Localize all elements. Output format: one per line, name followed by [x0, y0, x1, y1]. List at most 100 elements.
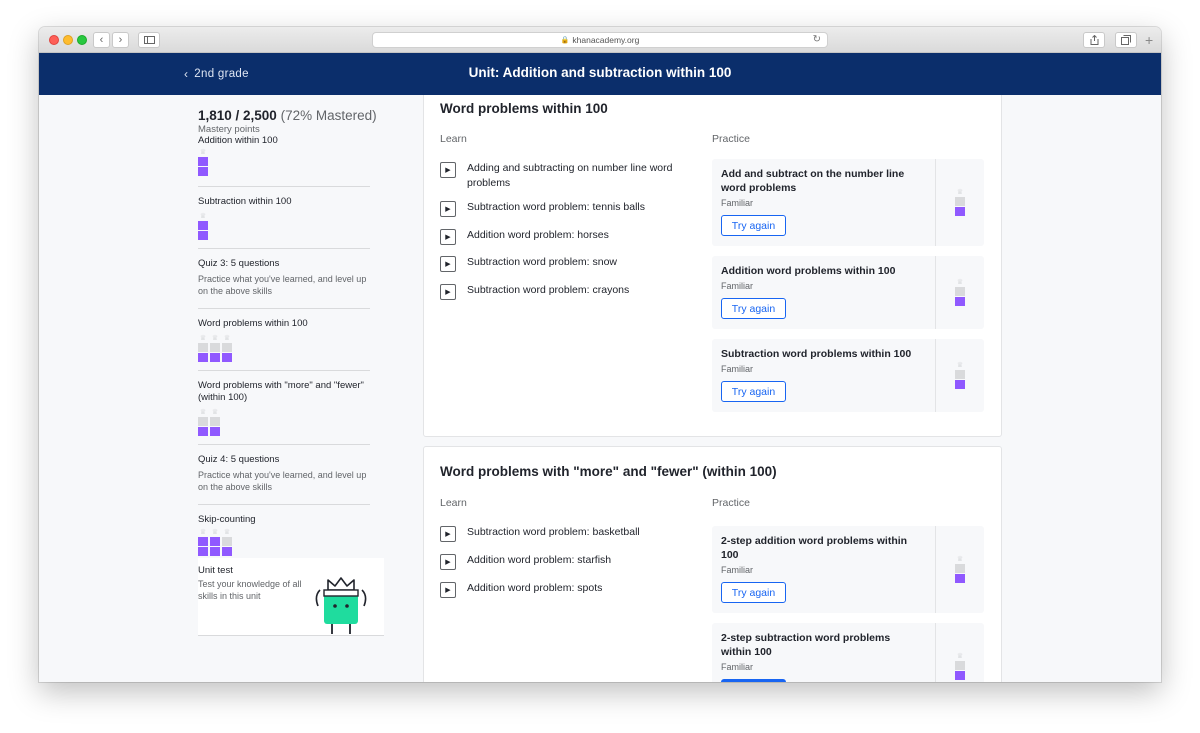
crown-icon: ♕ [211, 529, 219, 536]
skill-card: 2-step subtraction word problems within … [712, 623, 984, 682]
sidebar-item-desc: Practice what you've learned, and level … [198, 470, 367, 492]
sidebar-item-title: Skip-counting [198, 514, 256, 525]
skill-mastery-indicator: ♕ [935, 526, 984, 613]
crown-icon: ♕ [956, 555, 964, 563]
mastery-percent: (72% Mastered) [280, 108, 377, 123]
crown-icon: ♕ [956, 361, 964, 369]
skill-name: Subtraction word problems within 100 [721, 348, 912, 360]
skill-name: 2-step subtraction word problems within … [721, 632, 891, 658]
mastery-bar: ♕ [955, 361, 965, 389]
unit-main-content: Word problems within 100 Learn Practice … [423, 95, 1002, 682]
video-item[interactable]: ▶ Addition word problem: spots [440, 581, 690, 598]
browser-toolbar: ‹ › 🔒 khanacademy.org ↻ + [39, 27, 1161, 53]
unit-test-title: Unit test [198, 565, 233, 576]
play-icon: ▶ [440, 256, 456, 272]
mastery-bar: ♕ [198, 409, 208, 436]
video-title: Subtraction word problem: crayons [467, 284, 630, 296]
new-tab-icon[interactable]: + [1145, 33, 1153, 47]
tabs-overview-icon[interactable] [1115, 32, 1137, 48]
section-card-word-problems: Word problems within 100 Learn Practice … [423, 95, 1002, 437]
video-item[interactable]: ▶ Subtraction word problem: tennis balls [440, 200, 690, 217]
mastery-points-value: 1,810 / 2,500 [198, 108, 277, 123]
learn-label: Learn [440, 133, 467, 145]
video-item[interactable]: ▶ Subtraction word problem: crayons [440, 283, 690, 300]
forward-arrow-icon[interactable]: › [112, 32, 129, 48]
try-again-button[interactable] [721, 679, 786, 682]
video-title: Adding and subtracting on number line wo… [467, 162, 673, 189]
sidebar-item-quiz-4[interactable]: Quiz 4: 5 questions Practice what you've… [198, 445, 370, 505]
unit-test-desc: Test your knowledge of all skills in thi… [198, 579, 302, 601]
section-title: Word problems within 100 [440, 101, 608, 116]
mastery-bar: ♕ [955, 652, 965, 680]
skill-name: 2-step addition word problems within 100 [721, 535, 908, 561]
skill-name: Addition word problems within 100 [721, 265, 896, 277]
mastery-bar: ♕ [210, 335, 220, 362]
mastery-bars: ♕ ♕ [198, 409, 370, 436]
share-icon[interactable] [1083, 32, 1105, 48]
skill-mastery-indicator: ♕ [935, 159, 984, 246]
crown-icon: ♕ [223, 335, 231, 342]
mastery-summary: 1,810 / 2,500 (72% Mastered) [198, 108, 388, 123]
mascot-illustration [315, 577, 367, 634]
try-again-button[interactable]: Try again [721, 298, 786, 319]
skill-mastery-indicator: ♕ [935, 623, 984, 682]
browser-window: ‹ › 🔒 khanacademy.org ↻ + ‹ 2nd grade Un… [39, 27, 1161, 682]
reload-icon[interactable]: ↻ [813, 34, 821, 45]
crown-icon: ♕ [211, 409, 219, 416]
video-title: Subtraction word problem: basketball [467, 526, 640, 538]
video-title: Subtraction word problem: tennis balls [467, 201, 646, 213]
try-again-button[interactable]: Try again [721, 215, 786, 236]
sidebar-item-more-fewer[interactable]: Word problems with "more" and "fewer" (w… [198, 371, 370, 445]
back-arrow-icon[interactable]: ‹ [93, 32, 110, 48]
sidebar-item-addition-within-100[interactable]: Addition within 100 ♕ [198, 135, 370, 187]
mastery-bar: ♕ [955, 555, 965, 583]
video-item[interactable]: ▶ Subtraction word problem: snow [440, 255, 690, 272]
sidebar-item-title: Word problems within 100 [198, 318, 308, 329]
try-again-button[interactable]: Try again [721, 381, 786, 402]
unit-title: Unit: Addition and subtraction within 10… [468, 65, 732, 80]
sidebar-item-word-problems-within-100[interactable]: Word problems within 100 ♕ ♕ ♕ [198, 309, 370, 371]
mastery-bar: ♕ [222, 335, 232, 362]
play-icon: ▶ [440, 582, 456, 598]
zoom-window-button[interactable] [77, 35, 87, 45]
video-item[interactable]: ▶ Addition word problem: starfish [440, 553, 690, 570]
mastery-bars: ♕ [198, 149, 370, 176]
sidebar-item-unit-test[interactable]: Unit test Test your knowledge of all ski… [198, 558, 384, 636]
sidebar-item-quiz-3[interactable]: Quiz 3: 5 questions Practice what you've… [198, 249, 370, 309]
video-item[interactable]: ▶ Adding and subtracting on number line … [440, 161, 690, 191]
mastery-bars: ♕ ♕ ♕ [198, 529, 370, 556]
mastery-bar: ♕ [955, 189, 965, 216]
skill-level: Familiar [721, 364, 754, 374]
video-item[interactable]: ▶ Subtraction word problem: basketball [440, 525, 690, 542]
crown-icon: ♕ [199, 335, 207, 342]
skill-mastery-indicator: ♕ [935, 339, 984, 412]
crown-icon: ♕ [199, 529, 207, 536]
try-again-button[interactable]: Try again [721, 582, 786, 603]
crown-icon: ♕ [211, 335, 219, 342]
mastery-bar: ♕ [198, 335, 208, 362]
close-window-button[interactable] [49, 35, 59, 45]
play-icon: ▶ [440, 526, 456, 542]
play-icon: ▶ [440, 229, 456, 245]
sidebar-toggle-icon[interactable] [138, 32, 160, 48]
play-icon: ▶ [440, 162, 456, 178]
lock-icon: 🔒 [560, 37, 570, 44]
learn-label: Learn [440, 497, 467, 509]
crown-icon: ♕ [956, 652, 964, 660]
sidebar-item-subtraction-within-100[interactable]: Subtraction within 100 ♕ [198, 187, 370, 249]
mastery-bar: ♕ [222, 529, 232, 556]
crown-icon: ♕ [199, 409, 207, 416]
unit-navbar: ‹ 2nd grade Unit: Addition and subtracti… [39, 53, 1161, 95]
skill-mastery-indicator: ♕ [935, 256, 984, 329]
skill-card: 2-step addition word problems within 100… [712, 526, 984, 613]
mastery-bars: ♕ [198, 213, 370, 240]
sidebar-item-skip-counting[interactable]: Skip-counting ♕ ♕ ♕ [198, 505, 370, 558]
minimize-window-button[interactable] [63, 35, 73, 45]
mastery-bar: ♕ [198, 149, 208, 176]
video-item[interactable]: ▶ Addition word problem: horses [440, 228, 690, 245]
address-bar[interactable]: 🔒 khanacademy.org ↻ [372, 32, 828, 48]
video-title: Addition word problem: spots [467, 582, 603, 594]
skill-card: Addition word problems within 100 Famili… [712, 256, 984, 329]
practice-label: Practice [712, 497, 750, 509]
sidebar-item-title: Addition within 100 [198, 135, 278, 146]
